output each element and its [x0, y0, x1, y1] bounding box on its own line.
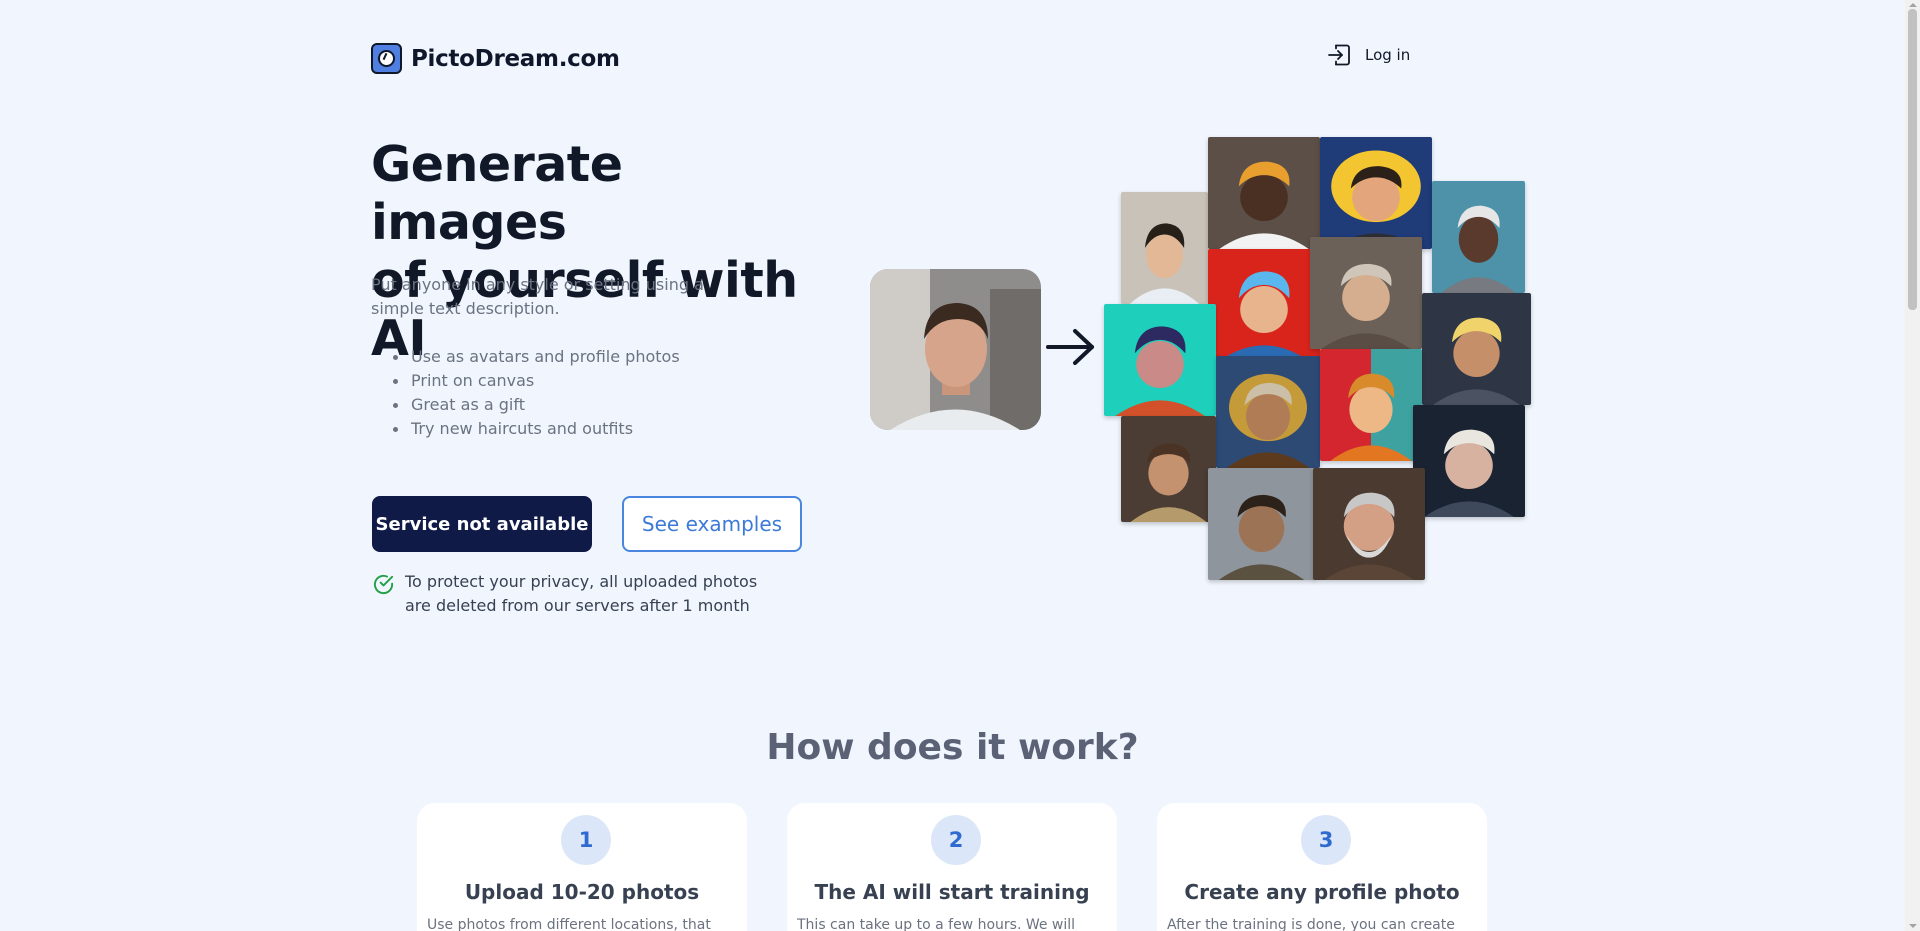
hero-title: Generate images of yourself with AI	[371, 136, 831, 368]
step-card-3: 3 Create any profile photo After the tra…	[1157, 803, 1487, 931]
generated-portrait-tile	[1432, 181, 1525, 293]
login-arrow-icon	[1328, 44, 1350, 66]
page: PictoDream.com Log in Generate images of…	[0, 0, 1905, 931]
feature-item: Use as avatars and profile photos	[371, 345, 680, 369]
step-title: Create any profile photo	[1184, 880, 1460, 904]
scrollbar-thumb[interactable]	[1908, 9, 1917, 310]
scroll-up-icon[interactable]	[1909, 3, 1917, 7]
generated-portrait-tile	[1104, 304, 1216, 416]
feature-item: Great as a gift	[371, 393, 680, 417]
login-button[interactable]: Log in	[1327, 44, 1410, 66]
vertical-scrollbar[interactable]	[1905, 0, 1920, 931]
generated-portrait-tile	[1413, 405, 1525, 517]
step-number: 2	[931, 815, 981, 865]
privacy-note: To protect your privacy, all uploaded ph…	[372, 570, 775, 618]
generated-portrait-tile	[1320, 349, 1422, 461]
feature-item: Try new haircuts and outfits	[371, 417, 680, 441]
step-text: After the training is done, you can crea…	[1167, 917, 1455, 931]
generated-portrait-tile	[1121, 192, 1208, 304]
source-portrait-photo	[870, 269, 1041, 430]
step-text: Use photos from different locations, tha…	[427, 917, 711, 931]
step-title: The AI will start training	[814, 880, 1090, 904]
camera-lens-logo-icon	[371, 43, 402, 74]
step-title: Upload 10-20 photos	[464, 880, 700, 904]
step-number: 3	[1301, 815, 1351, 865]
generated-portrait-tile	[1121, 416, 1216, 522]
feature-list: Use as avatars and profile photos Print …	[371, 345, 680, 441]
check-circle-icon	[373, 574, 394, 595]
generated-portrait-tile	[1320, 137, 1432, 249]
hero-title-line-1: Generate images	[371, 136, 623, 251]
generated-portrait-tile	[1208, 137, 1320, 249]
generated-portrait-tile	[1310, 237, 1422, 349]
feature-item: Print on canvas	[371, 369, 680, 393]
step-number: 1	[561, 815, 611, 865]
generated-portrait-tile	[1208, 249, 1320, 361]
scroll-down-icon[interactable]	[1909, 924, 1917, 928]
right-arrow-icon	[1046, 329, 1094, 365]
privacy-text: To protect your privacy, all uploaded ph…	[405, 572, 758, 615]
step-text: This can take up to a few hours. We will	[797, 917, 1076, 931]
step-card-1: 1 Upload 10-20 photos Use photos from di…	[417, 803, 747, 931]
generated-portrait-tile	[1422, 293, 1531, 405]
generated-portrait-tile	[1216, 356, 1320, 468]
how-it-works-title: How does it work?	[766, 727, 1139, 768]
brand-name: PictoDream.com	[411, 45, 620, 72]
login-label: Log in	[1365, 46, 1411, 64]
hero-subtitle: Put anyone in any style or setting using…	[371, 275, 704, 318]
step-card-2: 2 The AI will start training This can ta…	[787, 803, 1117, 931]
see-examples-button[interactable]: See examples	[622, 496, 802, 552]
service-not-available-button[interactable]: Service not available	[372, 496, 592, 552]
brand-logo[interactable]: PictoDream.com	[371, 43, 620, 74]
generated-portrait-tile	[1208, 468, 1315, 580]
generated-portrait-tile	[1313, 468, 1425, 580]
